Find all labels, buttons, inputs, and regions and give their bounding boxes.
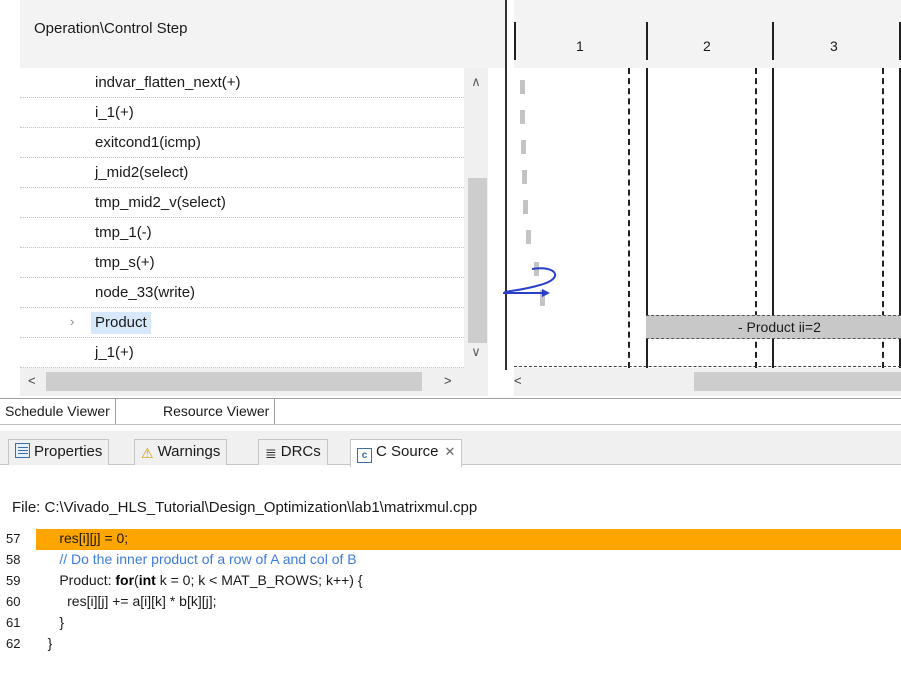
tab-resource-viewer[interactable]: Resource Viewer <box>158 399 276 424</box>
scroll-left-icon[interactable]: < <box>514 373 522 388</box>
control-step-3: 3 <box>830 38 838 54</box>
operation-label: exitcond1(icmp) <box>95 134 201 151</box>
column-separator <box>646 22 648 60</box>
operation-row[interactable]: tmp_1(-) <box>20 218 464 248</box>
scroll-thumb[interactable] <box>468 178 487 343</box>
line-number: 60 <box>6 594 21 609</box>
tab-properties[interactable]: Properties <box>8 439 110 465</box>
tab-schedule-viewer[interactable]: Schedule Viewer <box>0 399 116 424</box>
tab-c-source[interactable]: c C Source ✕ <box>350 439 463 467</box>
tab-label: Properties <box>34 443 103 460</box>
warning-icon: ⚠ <box>141 445 154 461</box>
code-line[interactable]: 60 res[i][j] += a[i][k] * b[k][j]; <box>0 592 901 613</box>
close-icon[interactable]: ✕ <box>445 444 456 459</box>
operation-label: tmp_1(-) <box>95 224 152 241</box>
code-text: Product: for(int k = 0; k < MAT_B_ROWS; … <box>36 572 363 588</box>
operation-row[interactable]: j_mid2(select) <box>20 158 464 188</box>
column-separator <box>514 22 516 60</box>
operation-row[interactable]: j_1(+) <box>20 338 464 368</box>
grid-bottom-border <box>514 366 901 367</box>
code-line[interactable]: 62 } <box>0 634 901 655</box>
source-code-view[interactable]: 57 res[i][j] = 0; 58 // Do the inner pro… <box>0 529 901 655</box>
code-text: } <box>36 614 65 630</box>
c-file-icon: c <box>357 448 372 463</box>
operation-marker[interactable] <box>523 200 528 214</box>
scroll-down-icon[interactable]: ∨ <box>464 344 488 360</box>
code-text: res[i][j] = 0; <box>36 529 901 550</box>
source-file-path: File: C:\Vivado_HLS_Tutorial\Design_Opti… <box>12 499 478 516</box>
code-text: } <box>36 635 53 651</box>
operation-row[interactable]: exitcond1(icmp) <box>20 128 464 158</box>
vertical-scrollbar[interactable]: ∧ ∨ <box>464 68 488 368</box>
control-step-2: 2 <box>703 38 711 54</box>
tab-drcs[interactable]: ≣ DRCs <box>258 439 328 465</box>
properties-icon <box>15 443 30 458</box>
pane-divider[interactable] <box>505 0 514 370</box>
operation-marker[interactable] <box>520 80 525 94</box>
operation-marker[interactable] <box>522 170 527 184</box>
code-comment: // Do the inner product of a row of A an… <box>36 551 357 567</box>
lower-tab-bar: Properties ⚠ Warnings ≣ DRCs c C Source ✕ <box>0 431 901 467</box>
operation-marker[interactable] <box>521 140 526 154</box>
tab-warnings[interactable]: ⚠ Warnings <box>134 439 228 465</box>
operation-label: j_mid2(select) <box>95 164 189 181</box>
scroll-thumb[interactable] <box>694 372 901 391</box>
operation-label: tmp_s(+) <box>95 254 155 271</box>
product-loop-label: - Product ii=2 <box>738 319 821 335</box>
operation-row[interactable]: node_33(write) <box>20 278 464 308</box>
control-step-1: 1 <box>576 38 584 54</box>
operation-row[interactable]: indvar_flatten_next(+) <box>20 68 464 98</box>
product-loop-bar[interactable]: - Product ii=2 <box>646 315 901 339</box>
operation-header: Operation\Control Step <box>20 0 506 68</box>
horizontal-scrollbar-left[interactable]: < > <box>20 368 488 396</box>
operation-label: i_1(+) <box>95 104 134 121</box>
operation-label: indvar_flatten_next(+) <box>95 74 241 91</box>
line-number: 59 <box>6 573 21 588</box>
code-keyword: for <box>115 572 135 588</box>
loop-dependency-arrow <box>502 267 557 297</box>
operation-list: indvar_flatten_next(+) i_1(+) exitcond1(… <box>20 68 464 368</box>
code-text: res[i][j] += a[i][k] * b[k][j]; <box>36 593 217 609</box>
operation-row[interactable]: tmp_mid2_v(select) <box>20 188 464 218</box>
scroll-thumb[interactable] <box>46 372 422 391</box>
tab-label: Warnings <box>157 443 221 460</box>
schedule-tabs: Schedule Viewer Resource Viewer <box>0 398 901 424</box>
code-line[interactable]: 59 Product: for(int k = 0; k < MAT_B_ROW… <box>0 571 901 592</box>
code-keyword: int <box>138 572 156 588</box>
code-line[interactable]: 61 } <box>0 613 901 634</box>
line-number: 62 <box>6 636 21 651</box>
operation-marker[interactable] <box>526 230 531 244</box>
operation-row[interactable]: tmp_s(+) <box>20 248 464 278</box>
code-line[interactable]: 58 // Do the inner product of a row of A… <box>0 550 901 571</box>
line-number: 58 <box>6 552 21 567</box>
control-step-header: 1 2 3 <box>514 0 901 68</box>
schedule-grid: 1 2 3 - Product ii=2 <box>502 0 901 370</box>
operation-label: node_33(write) <box>95 284 196 301</box>
operation-row-product[interactable]: › Product <box>20 308 464 338</box>
schedule-viewer: Operation\Control Step indvar_flatten_ne… <box>0 0 901 398</box>
operation-label: tmp_mid2_v(select) <box>95 194 226 211</box>
lower-pane: Properties ⚠ Warnings ≣ DRCs c C Source ✕ Fi… <box>0 424 901 679</box>
operation-marker[interactable] <box>520 110 525 124</box>
step-boundary-dashed <box>628 68 630 368</box>
chevron-right-icon[interactable]: › <box>70 314 74 329</box>
operation-row[interactable]: i_1(+) <box>20 98 464 128</box>
tab-label: C Source <box>376 443 439 460</box>
tab-label: DRCs <box>280 443 321 460</box>
code-line-highlighted[interactable]: 57 res[i][j] = 0; <box>0 529 901 550</box>
line-number: 57 <box>6 531 21 546</box>
scroll-left-icon[interactable]: < <box>28 373 36 388</box>
scroll-right-icon[interactable]: > <box>444 373 452 388</box>
horizontal-scrollbar-right[interactable]: < <box>514 368 901 396</box>
column-separator <box>772 22 774 60</box>
operation-label: Product <box>91 312 151 334</box>
drc-list-icon: ≣ <box>265 445 277 461</box>
scroll-up-icon[interactable]: ∧ <box>464 74 488 90</box>
operation-label: j_1(+) <box>95 344 134 361</box>
line-number: 61 <box>6 615 21 630</box>
operation-header-label: Operation\Control Step <box>34 20 188 37</box>
